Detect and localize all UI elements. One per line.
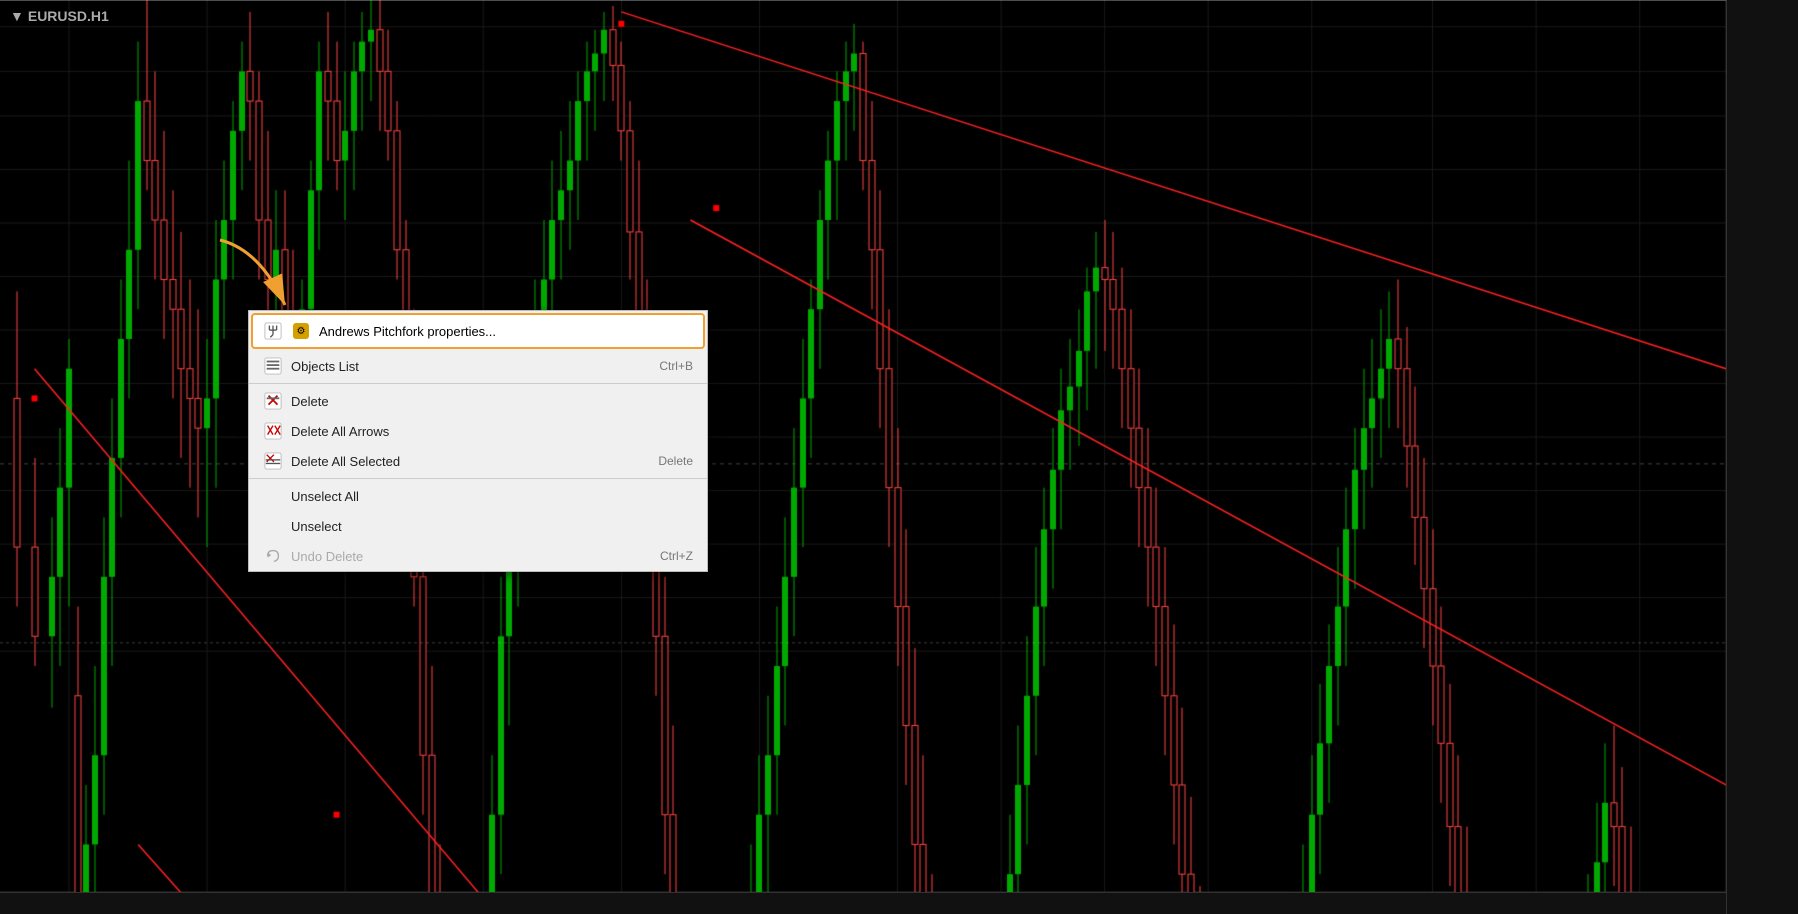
objects-list-label: Objects List: [291, 359, 651, 374]
menu-item-delete-all-arrows[interactable]: Delete All Arrows: [249, 416, 707, 446]
delete-all-selected-label: Delete All Selected: [291, 454, 650, 469]
undo-icon: [263, 546, 283, 566]
menu-item-unselect[interactable]: Unselect: [249, 511, 707, 541]
price-axis: [1726, 0, 1798, 914]
chart-symbol: EURUSD.H1: [28, 8, 109, 24]
menu-separator-1: [249, 383, 707, 384]
context-menu: ⚙ Andrews Pitchfork properties... Object…: [248, 310, 708, 572]
delete-all-arrows-icon: [263, 421, 283, 441]
badge-icon-wrapper: ⚙: [291, 321, 311, 341]
menu-item-delete[interactable]: Delete: [249, 386, 707, 416]
delete-all-arrows-label: Delete All Arrows: [291, 424, 693, 439]
unselect-icon-placeholder: [263, 516, 283, 536]
menu-separator-2: [249, 478, 707, 479]
delete-icon: [263, 391, 283, 411]
pitchfork-properties-icon: [264, 322, 282, 340]
crosshair-horizontal: [0, 0, 1726, 1]
menu-item-objects-list[interactable]: Objects List Ctrl+B: [249, 351, 707, 381]
gear-badge-icon: ⚙: [293, 323, 309, 339]
unselect-label: Unselect: [291, 519, 693, 534]
menu-item-unselect-all[interactable]: Unselect All: [249, 481, 707, 511]
objects-list-icon: [263, 356, 283, 376]
menu-item-delete-all-selected[interactable]: Delete All Selected Delete: [249, 446, 707, 476]
delete-all-selected-icon: [263, 451, 283, 471]
unselect-all-icon-placeholder: [263, 486, 283, 506]
time-axis: [0, 892, 1726, 914]
pitchfork-icon-wrapper: [263, 321, 283, 341]
unselect-all-label: Unselect All: [291, 489, 693, 504]
chart-title-arrow: ▼: [10, 8, 24, 24]
undo-delete-label: Undo Delete: [291, 549, 652, 564]
undo-delete-shortcut: Ctrl+Z: [660, 549, 693, 563]
delete-label: Delete: [291, 394, 693, 409]
chart-container: ▼ EURUSD.H1: [0, 0, 1798, 914]
objects-list-shortcut: Ctrl+B: [659, 359, 693, 373]
chart-title: ▼ EURUSD.H1: [10, 8, 109, 24]
pitchfork-properties-label: Andrews Pitchfork properties...: [319, 324, 496, 339]
delete-all-selected-shortcut: Delete: [658, 454, 693, 468]
menu-item-pitchfork-properties[interactable]: ⚙ Andrews Pitchfork properties...: [251, 313, 705, 349]
menu-item-undo-delete: Undo Delete Ctrl+Z: [249, 541, 707, 571]
